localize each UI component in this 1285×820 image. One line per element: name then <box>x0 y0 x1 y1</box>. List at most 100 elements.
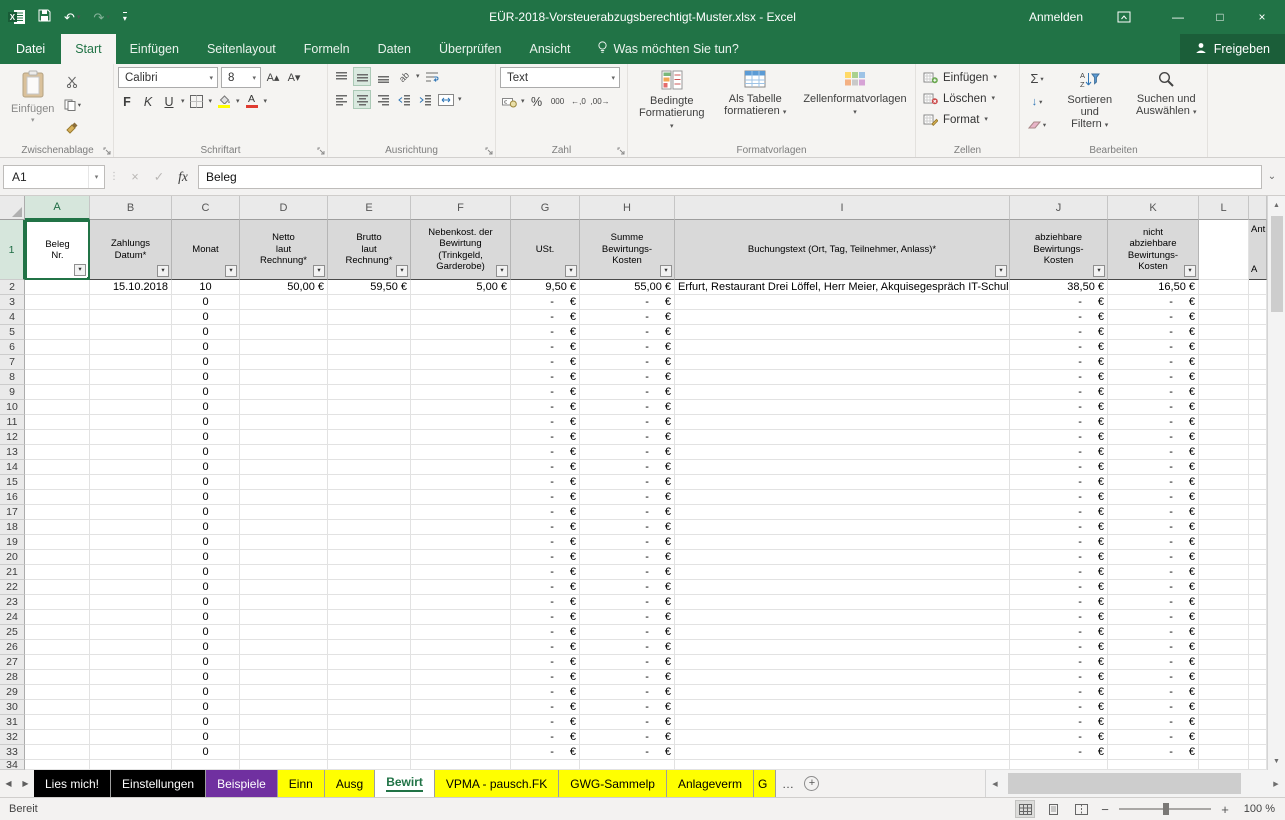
cell-E25[interactable] <box>328 625 411 640</box>
cell-E12[interactable] <box>328 430 411 445</box>
orientation-dropdown-icon[interactable]: ▾ <box>416 73 420 80</box>
cell-E11[interactable] <box>328 415 411 430</box>
cell-I28[interactable] <box>675 670 1010 685</box>
cell-F15[interactable] <box>411 475 511 490</box>
cell-M27[interactable] <box>1249 655 1267 670</box>
align-bottom-button[interactable] <box>374 67 392 86</box>
header-cell-L[interactable] <box>1199 220 1249 280</box>
cell-C22[interactable]: 0 <box>172 580 240 595</box>
row-header-14[interactable]: 14 <box>0 460 25 475</box>
cell-F22[interactable] <box>411 580 511 595</box>
cell-B16[interactable] <box>90 490 172 505</box>
cell-B21[interactable] <box>90 565 172 580</box>
cell-L17[interactable] <box>1199 505 1249 520</box>
cell-I16[interactable] <box>675 490 1010 505</box>
increase-decimal-button[interactable]: ←,0 <box>570 92 588 111</box>
cell-I22[interactable] <box>675 580 1010 595</box>
format-painter-button[interactable] <box>59 118 85 137</box>
cell-A24[interactable] <box>25 610 90 625</box>
cell-M19[interactable] <box>1249 535 1267 550</box>
cell-A19[interactable] <box>25 535 90 550</box>
cell-C2[interactable]: 10 <box>172 280 240 295</box>
row-header-11[interactable]: 11 <box>0 415 25 430</box>
cell-G15[interactable]: -€ <box>511 475 580 490</box>
cell-I25[interactable] <box>675 625 1010 640</box>
cell-D30[interactable] <box>240 700 328 715</box>
cell-F27[interactable] <box>411 655 511 670</box>
row-header-27[interactable]: 27 <box>0 655 25 670</box>
cell-E6[interactable] <box>328 340 411 355</box>
cell-J10[interactable]: -€ <box>1010 400 1108 415</box>
cell-A33[interactable] <box>25 745 90 760</box>
cell-F11[interactable] <box>411 415 511 430</box>
cell-A26[interactable] <box>25 640 90 655</box>
cell-C25[interactable]: 0 <box>172 625 240 640</box>
sheet-tab-ausg[interactable]: Ausg <box>325 770 375 797</box>
cell-C5[interactable]: 0 <box>172 325 240 340</box>
cell-K15[interactable]: -€ <box>1108 475 1199 490</box>
font-dialog-launcher[interactable] <box>317 147 325 155</box>
cell-E13[interactable] <box>328 445 411 460</box>
cell-E22[interactable] <box>328 580 411 595</box>
cell-G16[interactable]: -€ <box>511 490 580 505</box>
cell-B33[interactable] <box>90 745 172 760</box>
cell-J19[interactable]: -€ <box>1010 535 1108 550</box>
cell-G2[interactable]: 9,50 € <box>511 280 580 295</box>
cell-D17[interactable] <box>240 505 328 520</box>
cell-I10[interactable] <box>675 400 1010 415</box>
cell-M8[interactable] <box>1249 370 1267 385</box>
row-header-3[interactable]: 3 <box>0 295 25 310</box>
cell-C18[interactable]: 0 <box>172 520 240 535</box>
cell-H8[interactable]: -€ <box>580 370 675 385</box>
cell-G32[interactable]: -€ <box>511 730 580 745</box>
cell-L22[interactable] <box>1199 580 1249 595</box>
cell-F12[interactable] <box>411 430 511 445</box>
font-color-button[interactable]: A <box>243 92 261 111</box>
cell-F16[interactable] <box>411 490 511 505</box>
cell-I19[interactable] <box>675 535 1010 550</box>
cell-E17[interactable] <box>328 505 411 520</box>
vertical-scroll-thumb[interactable] <box>1271 216 1283 312</box>
cell-A14[interactable] <box>25 460 90 475</box>
cell-F17[interactable] <box>411 505 511 520</box>
cell-G28[interactable]: -€ <box>511 670 580 685</box>
cell-D19[interactable] <box>240 535 328 550</box>
cell-F31[interactable] <box>411 715 511 730</box>
cell-D7[interactable] <box>240 355 328 370</box>
column-header-A[interactable]: A <box>25 196 90 220</box>
cell-E28[interactable] <box>328 670 411 685</box>
cell-F21[interactable] <box>411 565 511 580</box>
cell-B3[interactable] <box>90 295 172 310</box>
copy-button[interactable]: ▾ <box>59 95 85 114</box>
window-maximize-button[interactable]: □ <box>1203 0 1237 34</box>
row-header-9[interactable]: 9 <box>0 385 25 400</box>
cell-G21[interactable]: -€ <box>511 565 580 580</box>
cell-L24[interactable] <box>1199 610 1249 625</box>
cell-K23[interactable]: -€ <box>1108 595 1199 610</box>
cell-H29[interactable]: -€ <box>580 685 675 700</box>
underline-dropdown-icon[interactable]: ▾ <box>181 98 185 105</box>
row-header-28[interactable]: 28 <box>0 670 25 685</box>
cell-C8[interactable]: 0 <box>172 370 240 385</box>
cell-M10[interactable] <box>1249 400 1267 415</box>
cell-L20[interactable] <box>1199 550 1249 565</box>
zoom-slider[interactable] <box>1119 808 1211 810</box>
cell-E32[interactable] <box>328 730 411 745</box>
cell-G23[interactable]: -€ <box>511 595 580 610</box>
cell-I3[interactable] <box>675 295 1010 310</box>
cell-H23[interactable]: -€ <box>580 595 675 610</box>
cell-G4[interactable]: -€ <box>511 310 580 325</box>
row-header-34[interactable]: 34 <box>0 760 25 770</box>
ribbon-tab-start[interactable]: Start <box>61 34 115 64</box>
confirm-entry-button[interactable]: ✓ <box>147 169 171 184</box>
row-header-12[interactable]: 12 <box>0 430 25 445</box>
select-all-button[interactable] <box>0 196 25 220</box>
cell-G13[interactable]: -€ <box>511 445 580 460</box>
cell-D28[interactable] <box>240 670 328 685</box>
increase-indent-button[interactable] <box>416 90 434 109</box>
cell-H25[interactable]: -€ <box>580 625 675 640</box>
cell-D32[interactable] <box>240 730 328 745</box>
cell-G7[interactable]: -€ <box>511 355 580 370</box>
cell-L10[interactable] <box>1199 400 1249 415</box>
header-cell-D[interactable]: Netto laut Rechnung*▾ <box>240 220 328 280</box>
